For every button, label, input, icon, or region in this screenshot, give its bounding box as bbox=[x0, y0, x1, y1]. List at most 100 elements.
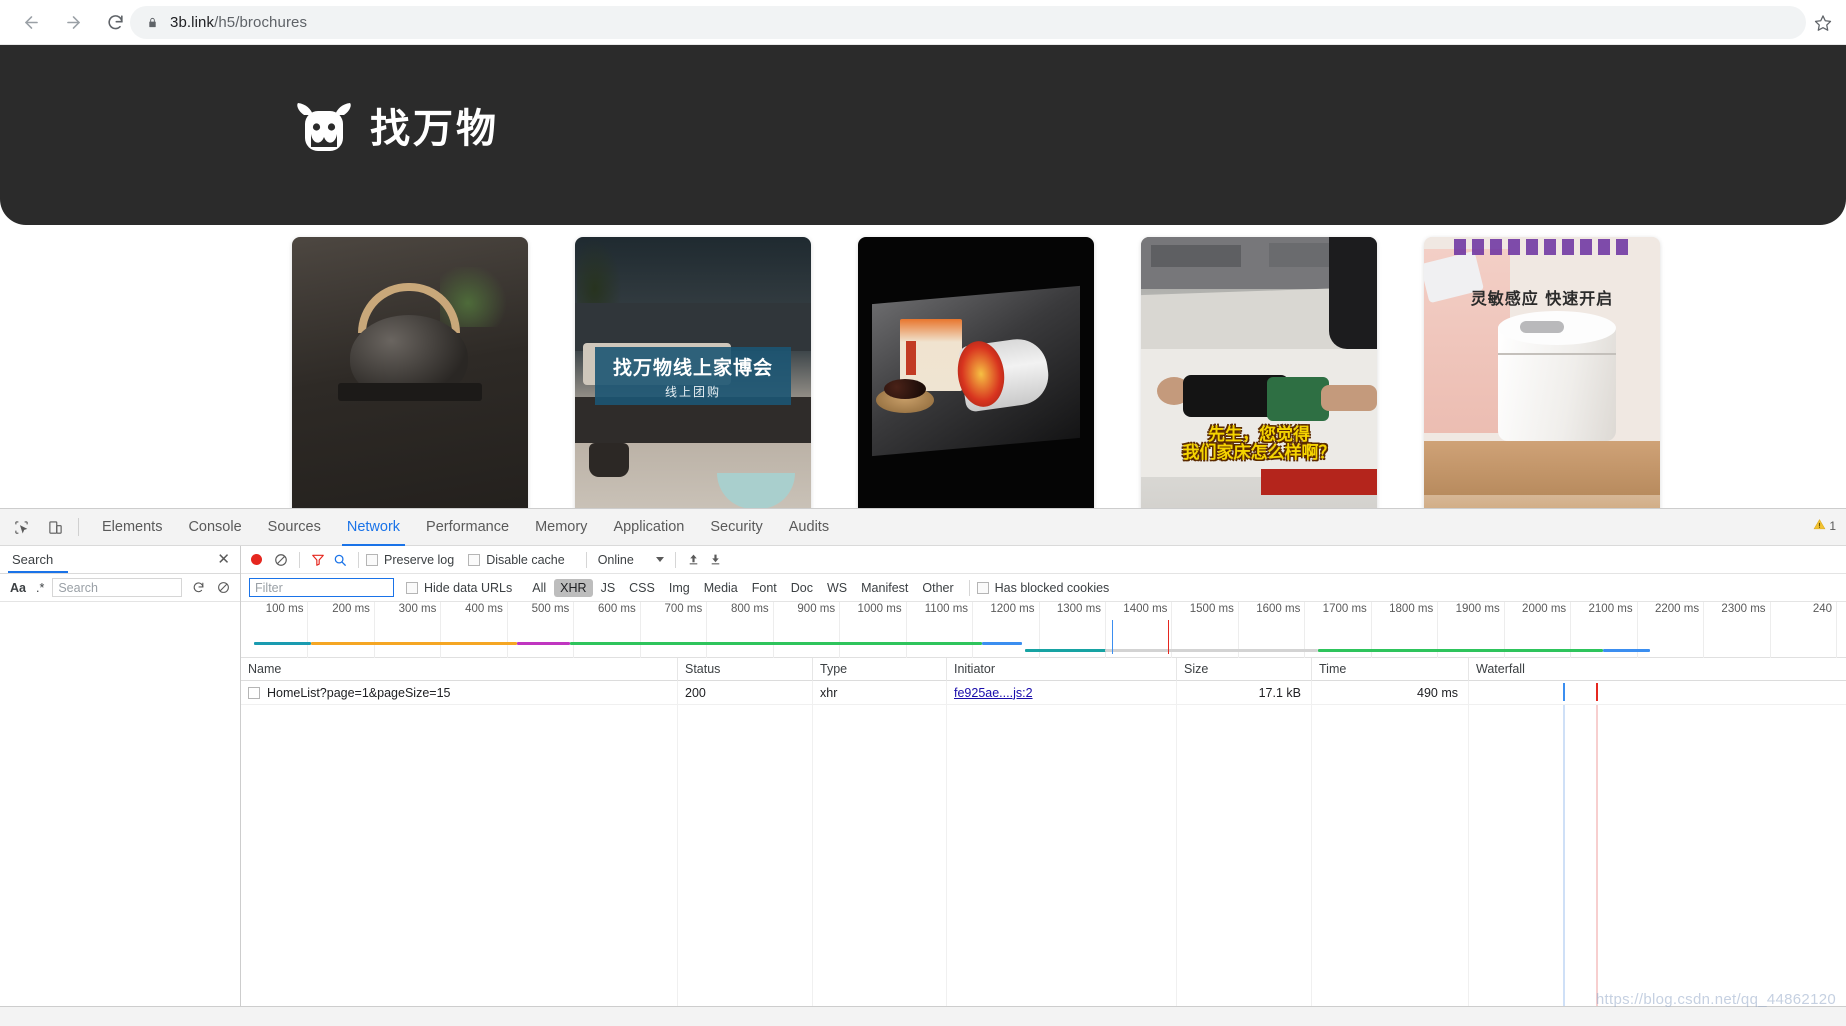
timeline-tick-label: 1100 ms bbox=[924, 603, 969, 615]
table-body: HomeList?page=1&pageSize=15 200 xhr fe925ae… bbox=[241, 680, 1846, 705]
cell-name: HomeList?page=1&pageSize=15 bbox=[241, 680, 678, 705]
warning-count: 1 bbox=[1829, 519, 1836, 533]
devtools-body: Search ✕ Aa .* Search Preserve log Disab… bbox=[0, 546, 1846, 1026]
timeline-tick: 400 ms bbox=[465, 602, 508, 658]
address-bar[interactable]: 3b.link/h5/brochures bbox=[130, 6, 1806, 39]
filter-type-js[interactable]: JS bbox=[595, 579, 622, 597]
filter-type-doc[interactable]: Doc bbox=[785, 579, 819, 597]
cell-type: xhr bbox=[813, 680, 947, 705]
close-icon[interactable]: ✕ bbox=[217, 552, 230, 567]
timeline-tick-label: 1400 ms bbox=[1123, 603, 1168, 615]
tab-sources[interactable]: Sources bbox=[255, 509, 334, 546]
hide-data-urls-checkbox[interactable]: Hide data URLs bbox=[406, 581, 512, 595]
has-blocked-cookies-box bbox=[976, 581, 989, 594]
tab-security[interactable]: Security bbox=[697, 509, 775, 546]
table-row[interactable]: HomeList?page=1&pageSize=15 200 xhr fe925ae… bbox=[241, 680, 1846, 705]
timeline-tick-label: 600 ms bbox=[598, 603, 636, 615]
filter-type-media[interactable]: Media bbox=[698, 579, 744, 597]
table-empty-area bbox=[241, 705, 1846, 1026]
empty-column bbox=[1312, 705, 1469, 1026]
timeline-tick-label: 100 ms bbox=[265, 603, 304, 615]
star-icon[interactable] bbox=[1810, 10, 1836, 36]
export-har-icon[interactable] bbox=[705, 549, 727, 571]
filter-type-ws[interactable]: WS bbox=[821, 579, 853, 597]
filter-funnel-icon[interactable] bbox=[307, 549, 329, 571]
tab-elements[interactable]: Elements bbox=[89, 509, 175, 546]
throttling-select[interactable]: Online bbox=[594, 553, 668, 567]
timeline-tick-label: 400 ms bbox=[465, 603, 503, 615]
preserve-log-checkbox[interactable]: Preserve log bbox=[366, 553, 454, 567]
tab-network[interactable]: Network bbox=[334, 509, 413, 546]
filter-type-other[interactable]: Other bbox=[916, 579, 959, 597]
search-drawer-tab-label[interactable]: Search bbox=[12, 552, 53, 567]
card-expo-title: 找万物线上家博会 bbox=[612, 356, 773, 379]
column-header-time[interactable]: Time bbox=[1312, 657, 1469, 681]
import-har-icon[interactable] bbox=[683, 549, 705, 571]
record-button-icon[interactable] bbox=[251, 554, 262, 565]
timeline-tick: 500 ms bbox=[532, 602, 575, 658]
column-header-initiator[interactable]: Initiator bbox=[947, 657, 1177, 681]
filter-type-xhr[interactable]: XHR bbox=[554, 578, 593, 597]
warning-indicator[interactable]: 1 bbox=[1813, 518, 1836, 534]
card-smart-bin-caption: 灵敏感应 快速开启 bbox=[1470, 289, 1614, 308]
timeline-tick: 2200 ms bbox=[1655, 602, 1705, 658]
chevron-down-icon bbox=[655, 557, 664, 562]
browser-toolbar: 3b.link/h5/brochures bbox=[0, 0, 1846, 45]
filter-type-all[interactable]: All bbox=[526, 579, 552, 597]
timeline-tick: 800 ms bbox=[731, 602, 774, 658]
tab-audits[interactable]: Audits bbox=[776, 509, 842, 546]
search-input[interactable]: Search bbox=[52, 578, 182, 597]
timeline-tick: 100 ms bbox=[266, 602, 309, 658]
timeline-tick-label: 800 ms bbox=[730, 603, 769, 615]
url-text: 3b.link/h5/brochures bbox=[170, 14, 307, 31]
initiator-link[interactable]: fe925ae....js:2 bbox=[954, 686, 1033, 700]
clear-icon[interactable] bbox=[215, 579, 232, 596]
tab-console[interactable]: Console bbox=[175, 509, 254, 546]
cell-time: 490 ms bbox=[1312, 680, 1469, 705]
filter-type-img[interactable]: Img bbox=[663, 579, 696, 597]
card-expo[interactable]: 找万物线上家博会 线上团购 bbox=[575, 237, 811, 515]
filter-type-manifest[interactable]: Manifest bbox=[855, 579, 914, 597]
column-header-waterfall[interactable]: Waterfall bbox=[1469, 658, 1846, 681]
reload-icon[interactable] bbox=[98, 5, 132, 39]
search-icon[interactable] bbox=[329, 549, 351, 571]
tab-application[interactable]: Application bbox=[600, 509, 697, 546]
has-blocked-cookies-checkbox[interactable]: Has blocked cookies bbox=[976, 581, 1109, 595]
refresh-icon[interactable] bbox=[190, 579, 207, 596]
timeline-tick: 900 ms bbox=[797, 602, 841, 658]
timeline-band bbox=[516, 642, 570, 645]
forward-arrow-icon[interactable] bbox=[56, 5, 90, 39]
column-header-size[interactable]: Size bbox=[1177, 657, 1312, 681]
device-toolbar-icon[interactable] bbox=[42, 514, 68, 540]
tab-memory[interactable]: Memory bbox=[522, 509, 600, 546]
column-header-name[interactable]: Name bbox=[241, 657, 678, 681]
column-header-status[interactable]: Status bbox=[678, 657, 813, 681]
url-host: 3b.link bbox=[170, 14, 215, 31]
inspect-element-icon[interactable] bbox=[8, 514, 34, 540]
card-mattress[interactable]: 先生，您觉得 我们家床怎么样啊？ bbox=[1141, 237, 1377, 515]
card-gift-jar[interactable] bbox=[858, 237, 1094, 515]
clear-icon[interactable] bbox=[270, 549, 292, 571]
card-expo-image: 找万物线上家博会 线上团购 bbox=[575, 237, 811, 515]
disable-cache-checkbox[interactable]: Disable cache bbox=[468, 553, 565, 567]
site-logo[interactable]: 找万物 bbox=[296, 103, 499, 155]
devtools-status-bar bbox=[0, 1006, 1846, 1026]
filter-type-font[interactable]: Font bbox=[746, 579, 783, 597]
regex-toggle[interactable]: .* bbox=[36, 581, 44, 595]
timeline-tick: 300 ms bbox=[399, 602, 442, 658]
cell-initiator[interactable]: fe925ae....js:2 bbox=[947, 680, 1177, 705]
column-header-type[interactable]: Type bbox=[813, 657, 947, 681]
hide-data-urls-box bbox=[406, 581, 418, 594]
back-arrow-icon[interactable] bbox=[14, 5, 48, 39]
match-case-toggle[interactable]: Aa bbox=[8, 581, 28, 595]
network-overview-timeline[interactable]: 100 ms 200 ms 300 ms 400 ms 500 ms 600 ms 700 … bbox=[241, 602, 1846, 658]
card-smart-bin[interactable]: 灵敏感应 快速开启 bbox=[1424, 237, 1660, 515]
tab-performance[interactable]: Performance bbox=[413, 509, 522, 546]
devtools-panel: Elements Console Sources Network Perform… bbox=[0, 508, 1846, 1026]
network-filter-bar: Filter Hide data URLs All XHR JS CSS Img… bbox=[241, 574, 1846, 602]
card-teapot[interactable] bbox=[292, 237, 528, 515]
empty-column bbox=[241, 705, 678, 1026]
filter-type-css[interactable]: CSS bbox=[623, 579, 661, 597]
timeline-band bbox=[254, 642, 311, 645]
filter-input[interactable]: Filter bbox=[249, 578, 394, 597]
